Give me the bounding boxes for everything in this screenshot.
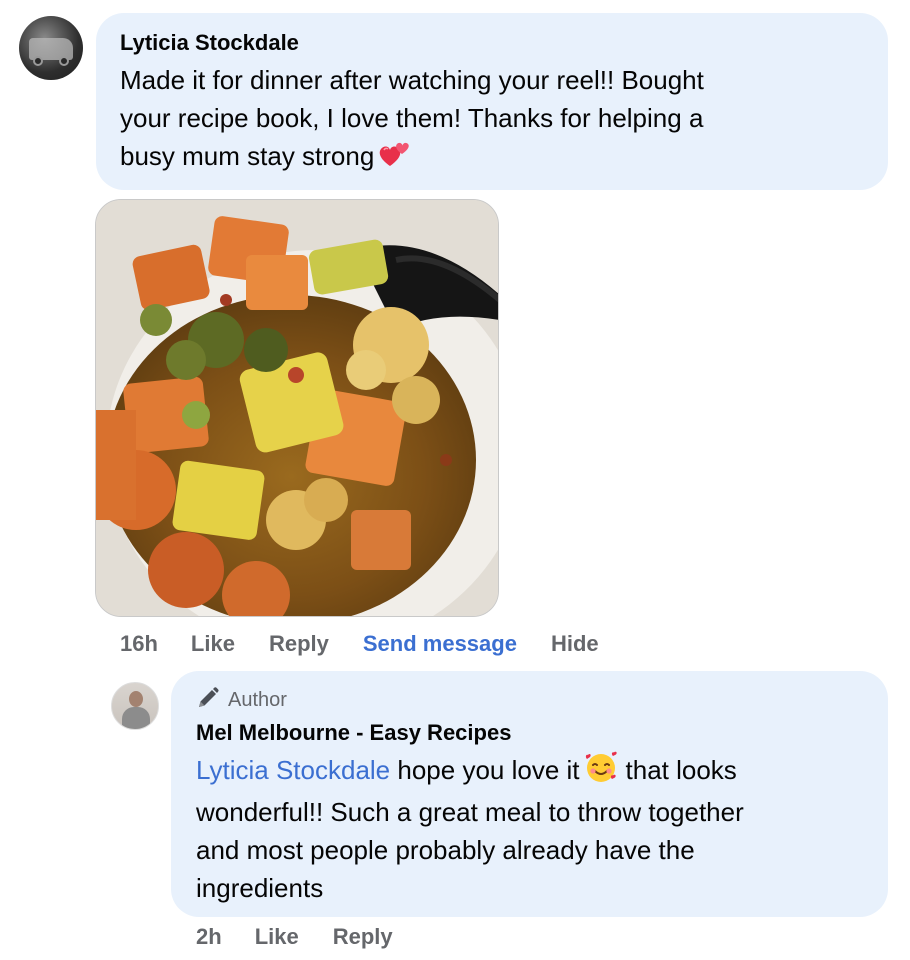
reply-text: Lyticia Stockdale hope you love it that …: [196, 751, 866, 907]
comment-text-line: Made it for dinner after watching your r…: [120, 65, 704, 95]
pencil-icon: [196, 686, 220, 715]
reply-text-line: wonderful!! Such a great meal to throw t…: [196, 797, 744, 827]
avatar-image-head: [129, 691, 143, 707]
smiling-face-with-hearts-icon: [584, 751, 618, 793]
mention-link[interactable]: Lyticia Stockdale: [196, 755, 390, 785]
reply-text-line: and most people probably already have th…: [196, 835, 695, 865]
reply-text-segment: that looks: [625, 755, 737, 785]
comment-actions: 16h Like Reply Send message Hide: [120, 631, 599, 657]
hide-button[interactable]: Hide: [551, 631, 599, 657]
like-button[interactable]: Like: [255, 924, 299, 950]
commenter-name[interactable]: Lyticia Stockdale: [120, 30, 299, 56]
reply-text-line: ingredients: [196, 873, 324, 903]
comment-text-line: busy mum stay strong: [120, 137, 860, 179]
send-message-button[interactable]: Send message: [363, 631, 517, 657]
avatar-image-body: [122, 707, 150, 729]
comment-text-segment: busy mum stay strong: [120, 141, 375, 171]
reply-button[interactable]: Reply: [269, 631, 329, 657]
reply-text-segment: hope you love it: [397, 755, 580, 785]
reply-text-line: Lyticia Stockdale hope you love it that …: [196, 751, 866, 793]
author-badge-label: Author: [228, 689, 287, 711]
comment-text: Made it for dinner after watching your r…: [120, 61, 860, 179]
comment-timestamp[interactable]: 16h: [120, 631, 158, 657]
reply-actions: 2h Like Reply: [196, 924, 393, 950]
commenter-avatar[interactable]: [19, 16, 83, 80]
comment-photo[interactable]: [95, 199, 499, 617]
reply-button[interactable]: Reply: [333, 924, 393, 950]
avatar-image-wheel: [33, 56, 43, 66]
like-button[interactable]: Like: [191, 631, 235, 657]
reply-timestamp[interactable]: 2h: [196, 924, 222, 950]
author-avatar[interactable]: [111, 682, 159, 730]
reply-author-name[interactable]: Mel Melbourne - Easy Recipes: [196, 720, 511, 746]
author-badge: Author: [196, 686, 287, 715]
two-hearts-icon: [378, 139, 412, 179]
avatar-image-wheel: [59, 56, 69, 66]
stew-photo-image: [96, 200, 498, 616]
comment-text-line: your recipe book, I love them! Thanks fo…: [120, 103, 704, 133]
